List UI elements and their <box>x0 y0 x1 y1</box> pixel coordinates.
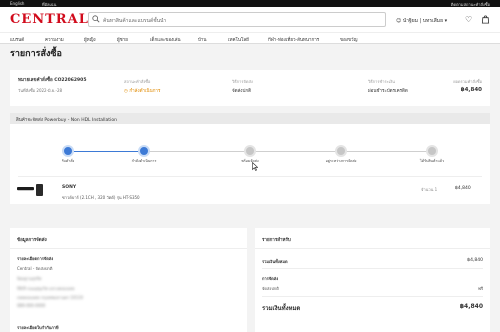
divider <box>18 176 482 177</box>
shipping-info-title: ข้อมูลการจัดส่ง <box>17 238 47 243</box>
nav-item-sports-travel[interactable]: กีฬา-ท่องเที่ยว-สันทนาการ <box>268 36 319 43</box>
order-date: วันที่สั่งซื้อ 2022-มิ.ย.-28 <box>18 88 63 93</box>
order-total: ฿4,840 <box>460 87 482 93</box>
product-price: ฿4,840 <box>455 186 471 191</box>
user-icon: ☺ <box>396 18 403 24</box>
grand-total-label: รวมเงินทั้งหมด <box>262 305 301 312</box>
site-header: CENTRAL ค้นหาสินค้าและแบรนด์ชั้นนำ ☺ นำฐ… <box>0 7 500 32</box>
product-quantity: จำนวน 1 <box>421 187 438 192</box>
search-placeholder: ค้นหาสินค้าและแบรนด์ชั้นนำ <box>103 18 167 24</box>
shipping-method: Central - จัดส่งปกติ <box>17 266 53 271</box>
nav-item-home[interactable]: บ้าน <box>198 36 206 43</box>
shipping-info-card: ข้อมูลการจัดส่ง รายละเอียดการจัดส่ง Cent… <box>10 228 247 332</box>
delivery-method-label: วิธีการจัดส่ง <box>232 79 253 84</box>
divider <box>262 268 483 269</box>
shipping-fee-value: ฟรี <box>478 286 483 291</box>
order-summary-title: รายการสำหรับ <box>262 238 291 243</box>
shopping-bag-icon[interactable] <box>481 15 490 24</box>
recipient-name: นิยมฐานสุจริต <box>17 276 42 281</box>
address-line-1: 99/9 ถนนสุขุมวิท แขวงคลองเตย <box>17 286 75 291</box>
language-selector[interactable]: English <box>10 1 24 6</box>
user-account-menu[interactable]: ☺ นำฐิยม | บทรเสีมย ▾ <box>396 17 447 25</box>
shipping-method-label: รายละเอียดการจัดส่ง <box>17 256 54 261</box>
nav-item-kids-toys[interactable]: เด็กและของเล่น <box>150 36 181 43</box>
divider <box>10 248 247 249</box>
tracker-step-dot <box>138 145 150 157</box>
divider <box>255 248 490 249</box>
order-number: หมายเลขคำสั่งซื้อ CO22062905 <box>18 78 87 83</box>
nav-item-gifts[interactable]: ของขวัญ <box>340 36 357 43</box>
subtotal-value: ฿4,840 <box>467 258 483 263</box>
shipment-banner: สินค้าจะจัดส่ง Powerbuy - Non HDL Instal… <box>10 113 490 124</box>
delivery-method: จัดส่งปกติ <box>232 89 252 94</box>
divider <box>262 296 483 297</box>
tracker-step-label: รับคำสั่ง <box>61 159 75 163</box>
tracker-line-pending <box>150 151 432 152</box>
phone-number: 089-000-0000 <box>17 303 46 308</box>
tracker-step-dot <box>62 145 74 157</box>
tracker-step-label: ได้รับสินค้าแล้ว <box>420 159 444 163</box>
nav-item-beauty[interactable]: ความงาม <box>45 36 64 43</box>
product-name[interactable]: ซาวด์บาร์ (2.1CH , 320 วัตต์) รุ่น HT-S3… <box>62 194 140 201</box>
nav-item-brands[interactable]: แบรนด์ <box>10 36 24 43</box>
order-summary-card: หมายเลขคำสั่งซื้อ CO22062905 วันที่สั่งซ… <box>10 70 490 106</box>
nav-item-women[interactable]: ผู้หญิง <box>84 36 96 43</box>
order-status: ◷ กำลังดำเนินการ <box>124 87 160 94</box>
wishlist-heart-icon[interactable]: ♡ <box>465 15 472 24</box>
address-line-2: เขตคลองเตย กรุงเทพมหานคร 10110 <box>17 295 83 300</box>
product-brand: SONY <box>62 185 77 190</box>
subtotal-label: รวมเงินทั้งหมด <box>262 259 288 264</box>
order-total-card: รายการสำหรับ รวมเงินทั้งหมด ฿4,840 การจั… <box>255 228 490 332</box>
order-status-label: สถานะคำสั่งซื้อ <box>124 79 151 84</box>
chevron-down-icon: ▾ <box>443 18 448 24</box>
tracker-step-dot <box>426 145 438 157</box>
nav-item-technology[interactable]: เทคโนโลยี <box>228 36 249 43</box>
main-navigation: แบรนด์ ความงาม ผู้หญิง ผู้ชาย เด็กและของ… <box>0 32 500 44</box>
order-total-label: ยอดรวมคำสั่งซื้อ <box>453 79 482 84</box>
tracker-step-label: กำลังดำเนินการ <box>131 159 157 163</box>
top-utility-bar: English ที่อัลเฉน ติดตามสถานะคำสั่งซื้อ <box>0 0 500 7</box>
tracker-step-label: อยู่ระหว่างการจัดส่ง <box>325 159 357 163</box>
page-title: รายการสั่งซื้อ <box>10 49 62 59</box>
shipping-section-label: การจัดส่ง <box>262 276 279 281</box>
order-status-text: กำลังดำเนินการ <box>129 89 161 94</box>
shipping-fee-label: จัดส่งปกติ <box>262 286 279 291</box>
tax-invoice-label: รายละเอียดใบกำกับภาษี <box>17 325 59 330</box>
mouse-cursor-icon <box>252 162 258 171</box>
search-icon <box>92 15 100 23</box>
grand-total-value: ฿4,840 <box>459 303 483 310</box>
tracker-step-dot <box>335 145 347 157</box>
user-name: นำฐิยม | บทรเสีมย <box>402 18 444 24</box>
payment-method: ผ่อนชำระบัตรเครดิต <box>368 89 408 94</box>
nav-item-men[interactable]: ผู้ชาย <box>117 36 128 43</box>
shipment-banner-text: สินค้าจะจัดส่ง Powerbuy - Non HDL Instal… <box>16 118 117 123</box>
tracker-step-dot <box>244 145 256 157</box>
central-logo[interactable]: CENTRAL <box>10 12 89 27</box>
search-input[interactable]: ค้นหาสินค้าและแบรนด์ชั้นนำ <box>88 12 386 27</box>
soundbar-product-image[interactable] <box>16 183 46 197</box>
payment-method-label: วิธีการชำระเงิน <box>368 79 395 84</box>
